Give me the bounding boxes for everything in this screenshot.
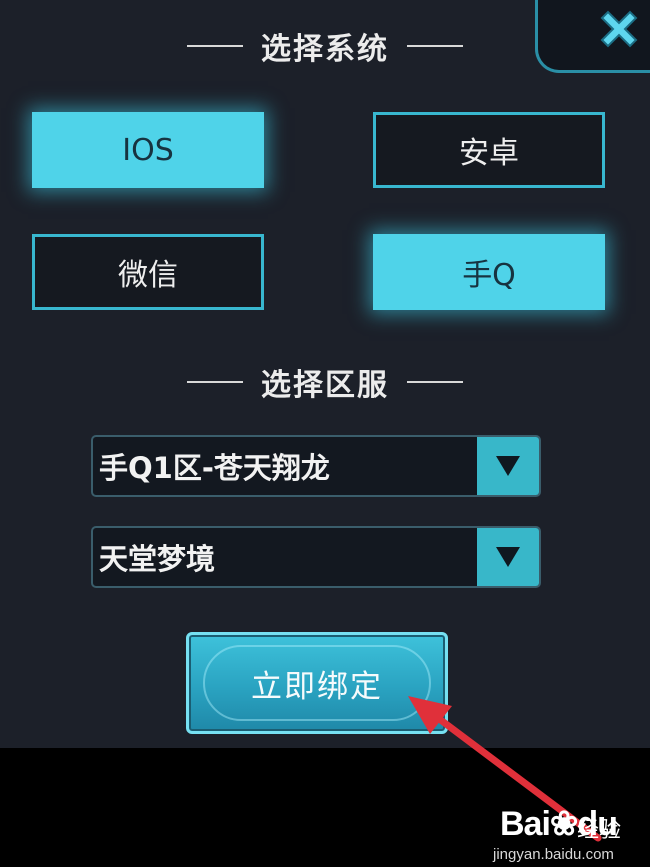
server-title-text: 选择区服	[261, 368, 389, 403]
title-divider-right	[407, 45, 463, 47]
system-section-title: 选择系统	[0, 24, 650, 68]
title-divider-right	[407, 381, 463, 383]
server-dropdown-button[interactable]	[477, 437, 539, 495]
triangle-down-icon	[496, 547, 520, 567]
server-section-title: 选择区服	[0, 360, 650, 404]
paw-icon: ❀	[549, 805, 578, 843]
system-title-text: 选择系统	[261, 32, 389, 67]
bind-dialog: 选择系统 IOS 安卓 微信 手Q 选择区服 手Q1区-苍天翔龙 天堂梦境 立即…	[0, 0, 650, 748]
server-select[interactable]: 手Q1区-苍天翔龙	[91, 435, 541, 497]
jingyan-label: 经验	[577, 817, 622, 842]
realm-select[interactable]: 天堂梦境	[91, 526, 541, 588]
watermark-url: jingyan.baidu.com	[493, 846, 614, 863]
title-divider-left	[187, 45, 243, 47]
bind-now-button[interactable]: 立即绑定	[186, 632, 448, 734]
triangle-down-icon	[496, 456, 520, 476]
server-select-value: 手Q1区-苍天翔龙	[99, 451, 330, 485]
system-option-android[interactable]: 安卓	[373, 112, 605, 188]
system-option-qq[interactable]: 手Q	[373, 234, 605, 310]
system-option-wechat[interactable]: 微信	[32, 234, 264, 310]
title-divider-left	[187, 381, 243, 383]
realm-dropdown-button[interactable]	[477, 528, 539, 586]
baidu-jingyan-watermark: Bai❀du 经验 jingyan.baidu.com	[493, 804, 621, 863]
realm-select-value: 天堂梦境	[99, 542, 216, 576]
system-option-ios[interactable]: IOS	[32, 112, 264, 188]
